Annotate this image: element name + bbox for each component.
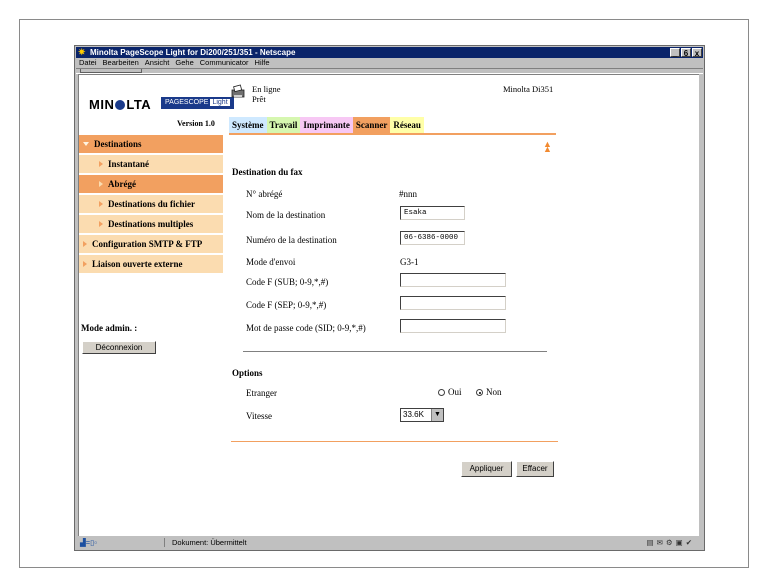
menu-bearbeiten[interactable]: Bearbeiten [103,58,139,68]
vertical-scrollbar[interactable] [699,74,703,536]
sidebar-item-label: Configuration SMTP & FTP [92,239,203,249]
speed-select-value: 33.6K [403,410,424,419]
destination-name-field[interactable]: Esaka [400,206,465,220]
menu-ansicht[interactable]: Ansicht [145,58,170,68]
foreign-non-label: Non [486,387,502,397]
netscape-icon: ✷ [78,47,86,57]
status-online-text: En ligne [252,84,281,94]
window-title: Minolta PageScope Light for Di200/251/35… [90,48,296,57]
device-model: Minolta Di351 [503,84,554,94]
device-status: En ligne Prêt [252,84,281,104]
sidebar-item-instantane[interactable]: Instantané [79,155,223,173]
destination-number-field[interactable]: 06-6386-0000 [400,231,465,245]
security-lock-icon[interactable]: ▟=▯▫ [80,536,97,549]
fcode-sep-label: Code F (SEP; 0-9,*,#) [246,300,327,310]
sidebar-item-label: Liaison ouverte externe [92,259,183,269]
sidebar-item-destinations[interactable]: Destinations [79,135,223,153]
menu-hilfe[interactable]: Hilfe [255,58,270,68]
sidebar-item-label: Destinations du fichier [108,199,196,209]
arrow-right-icon [99,181,103,187]
form-end-divider [231,441,558,442]
foreign-non-radio[interactable] [476,389,483,396]
minimize-button[interactable]: _ [670,48,680,58]
foreign-oui-label: Oui [448,387,462,397]
menu-communicator[interactable]: Communicator [200,58,249,68]
expanded-arrow-icon [83,142,89,146]
scroll-top-icon[interactable]: ▲ ▲ [543,140,552,154]
fcode-sub-field[interactable] [400,273,506,287]
section-divider [243,351,547,352]
mode-admin-label: Mode admin. : [81,323,138,333]
light-badge-text: Light [210,99,230,106]
component-bar-icons[interactable]: ▤✉⚙▣✔ [647,536,695,549]
sidebar-item-liaison-externe[interactable]: Liaison ouverte externe [79,255,223,273]
arrow-right-icon [83,241,87,247]
sidebar-item-destinations-fichier[interactable]: Destinations du fichier [79,195,223,213]
logo-o-glyph [115,100,126,110]
menu-gehe[interactable]: Gehe [175,58,193,68]
speed-select[interactable]: 33.6K ▼ [400,408,444,422]
tab-scanner[interactable]: Scanner [352,117,391,133]
sidebar: Destinations Instantané Abrégé Destinati… [79,135,223,275]
tab-reseau[interactable]: Réseau [390,117,424,133]
fcode-sep-field[interactable] [400,296,506,310]
arrow-right-icon [99,161,103,167]
sidebar-item-smtp-ftp[interactable]: Configuration SMTP & FTP [79,235,223,253]
arrow-right-icon [99,201,103,207]
title-bar: ✷ Minolta PageScope Light for Di200/251/… [76,47,703,58]
sidebar-item-abrege[interactable]: Abrégé [79,175,223,193]
status-separator [164,538,165,547]
tab-travail[interactable]: Travail [266,117,301,133]
sidebar-item-label: Instantané [108,159,150,169]
menu-datei[interactable]: Datei [79,58,97,68]
options-section-title: Options [232,368,263,378]
browser-window: ✷ Minolta PageScope Light for Di200/251/… [74,45,705,551]
tab-underline [229,133,556,135]
logout-button[interactable]: Déconnexion [82,341,156,354]
main-tabs: Système Travail Imprimante Scanner Résea… [229,117,424,133]
send-mode-label: Mode d'envoi [246,257,296,267]
fax-section-title: Destination du fax [232,167,303,177]
collapsed-toolbars[interactable] [80,69,142,73]
abbr-number-label: N° abrégé [246,189,283,199]
speed-label: Vitesse [246,411,272,421]
clear-button[interactable]: Effacer [516,461,554,477]
foreign-oui-radio[interactable] [438,389,445,396]
arrow-right-icon [83,261,87,267]
page-content: MIN LTA PAGESCOPE Light Version 1.0 En lig… [78,74,702,537]
sid-password-label: Mot de passe code (SID; 0-9,*,#) [246,323,366,333]
tab-systeme[interactable]: Système [229,117,267,133]
destination-number-label: Numéro de la destination [246,235,337,245]
foreign-label: Etranger [246,388,277,398]
destination-name-label: Nom de la destination [246,210,326,220]
sidebar-item-label: Abrégé [108,179,136,189]
arrow-right-icon [99,221,103,227]
tab-imprimante[interactable]: Imprimante [300,117,353,133]
sidebar-item-destinations-multiples[interactable]: Destinations multiples [79,215,223,233]
window-controls: _ 6 x [670,48,702,58]
status-text: Dokument: Übermittelt [172,538,247,547]
menu-bar: Datei Bearbeiten Ansicht Gehe Communicat… [76,58,703,68]
maximize-button[interactable]: 6 [681,48,691,58]
close-button[interactable]: x [692,48,702,58]
sidebar-item-label: Destinations [94,139,142,149]
send-mode-value: G3-1 [400,257,419,267]
sidebar-item-label: Destinations multiples [108,219,194,229]
apply-button[interactable]: Appliquer [461,461,512,477]
pagescope-light-logo: PAGESCOPE Light [161,97,234,109]
sid-password-field[interactable] [400,319,506,333]
status-bar: ▟=▯▫ Dokument: Übermittelt ▤✉⚙▣✔ [76,536,703,549]
abbr-number-value: #nnn [399,189,417,199]
fcode-sub-label: Code F (SUB; 0-9,*,#) [246,277,329,287]
pagescope-badge-text: PAGESCOPE [165,99,209,106]
chevron-down-icon: ▼ [431,409,443,421]
version-label: Version 1.0 [177,119,215,128]
printer-status-icon [231,84,245,98]
status-ready-text: Prêt [252,94,266,104]
minolta-logo: MIN LTA [89,97,152,112]
